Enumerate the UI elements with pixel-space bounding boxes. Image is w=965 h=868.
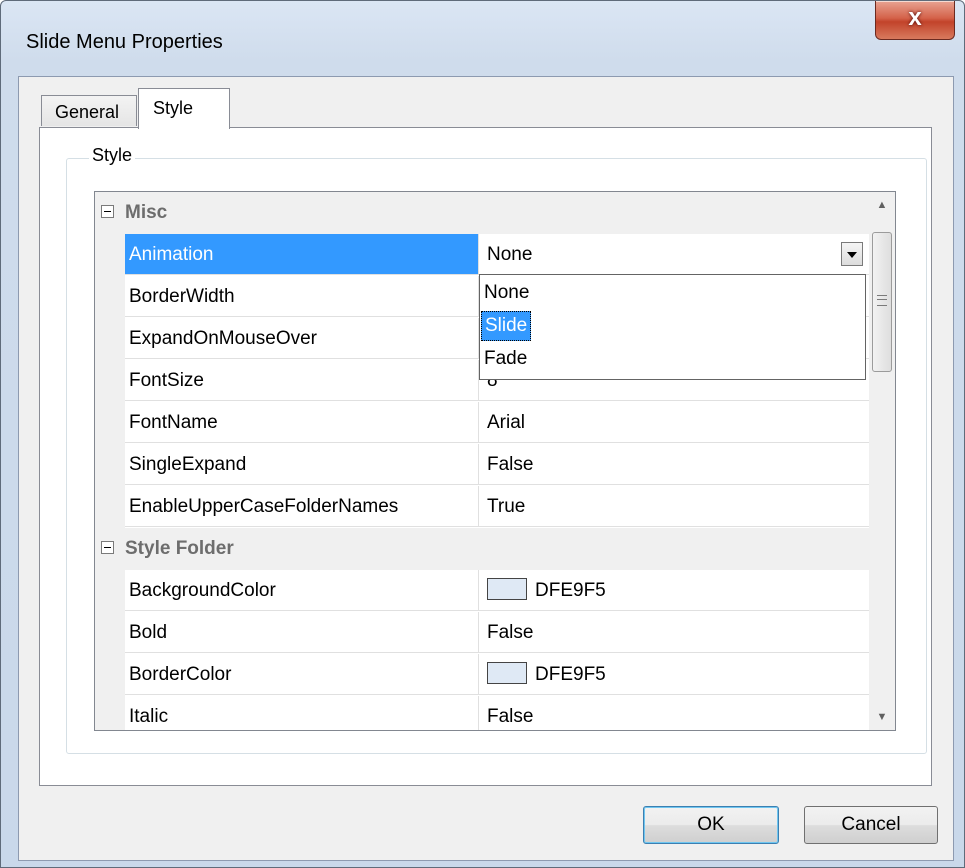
row-gutter xyxy=(95,318,125,360)
row-gutter xyxy=(95,654,125,696)
row-gutter xyxy=(95,570,125,612)
property-name: SingleExpand xyxy=(125,444,479,485)
close-icon: x xyxy=(908,4,922,31)
property-value-dropdown[interactable]: None xyxy=(479,234,869,275)
property-name: EnableUpperCaseFolderNames xyxy=(125,486,479,527)
window-title: Slide Menu Properties xyxy=(26,31,223,53)
property-value-color[interactable]: DFE9F5 xyxy=(479,654,869,695)
property-value: DFE9F5 xyxy=(535,664,606,685)
property-row-backgroundcolor[interactable]: BackgroundColor DFE9F5 xyxy=(95,570,869,612)
groupbox-label: Style xyxy=(89,145,136,166)
category-misc[interactable]: Misc xyxy=(95,192,869,234)
property-row-enableuppercasefoldernames[interactable]: EnableUpperCaseFolderNames True xyxy=(95,486,869,528)
scroll-down-icon[interactable]: ▼ xyxy=(869,704,895,730)
tab-general-label: General xyxy=(55,102,120,122)
dropdown-option-fade[interactable]: Fade xyxy=(484,345,527,373)
color-swatch xyxy=(487,578,527,601)
style-tab-panel: Style Misc Animation None BorderWidth Ex… xyxy=(39,127,932,786)
dropdown-option-none[interactable]: None xyxy=(484,279,529,307)
collapse-icon[interactable] xyxy=(101,205,114,218)
property-grid: Misc Animation None BorderWidth ExpandOn… xyxy=(94,191,896,731)
cancel-button[interactable]: Cancel xyxy=(804,806,938,844)
scrollbar-thumb[interactable] xyxy=(872,232,892,372)
row-gutter xyxy=(95,402,125,444)
property-value[interactable]: True xyxy=(479,486,869,527)
property-name: BorderWidth xyxy=(125,276,479,317)
property-row-animation[interactable]: Animation None xyxy=(95,234,869,276)
row-gutter xyxy=(95,276,125,318)
style-groupbox: Style Misc Animation None BorderWidth Ex… xyxy=(66,145,927,754)
color-swatch xyxy=(487,662,527,685)
property-row-singleexpand[interactable]: SingleExpand False xyxy=(95,444,869,486)
property-name: Animation xyxy=(125,234,479,275)
scroll-up-icon[interactable]: ▲ xyxy=(869,192,895,218)
property-value: None xyxy=(487,244,533,265)
row-gutter xyxy=(95,486,125,528)
row-gutter xyxy=(95,444,125,486)
property-row-italic[interactable]: Italic False xyxy=(95,696,869,730)
property-value: DFE9F5 xyxy=(535,580,606,601)
title-bar[interactable]: Slide Menu Properties x xyxy=(1,1,964,81)
row-gutter xyxy=(95,696,125,730)
dropdown-arrow-icon[interactable] xyxy=(841,242,863,266)
ok-button[interactable]: OK xyxy=(643,806,779,844)
property-name: Bold xyxy=(125,612,479,653)
property-row-bordercolor[interactable]: BorderColor DFE9F5 xyxy=(95,654,869,696)
collapse-icon[interactable] xyxy=(101,541,114,554)
property-value-color[interactable]: DFE9F5 xyxy=(479,570,869,611)
row-gutter xyxy=(95,612,125,654)
row-gutter xyxy=(95,234,125,276)
row-gutter xyxy=(95,360,125,402)
category-label: Style Folder xyxy=(125,538,234,559)
property-name: BackgroundColor xyxy=(125,570,479,611)
property-name: ExpandOnMouseOver xyxy=(125,318,479,359)
property-row-bold[interactable]: Bold False xyxy=(95,612,869,654)
tab-style-label: Style xyxy=(153,98,194,118)
property-value[interactable]: False xyxy=(479,612,869,653)
grip-icon xyxy=(877,295,887,306)
property-name: FontSize xyxy=(125,360,479,401)
property-value[interactable]: Arial xyxy=(479,402,869,443)
dropdown-option-slide[interactable]: Slide xyxy=(481,311,532,341)
property-name: FontName xyxy=(125,402,479,443)
animation-dropdown-list: None Slide Fade xyxy=(479,274,866,380)
dialog-window: Slide Menu Properties x General Style St… xyxy=(0,0,965,868)
property-name: Italic xyxy=(125,696,479,730)
category-style-folder[interactable]: Style Folder xyxy=(95,528,869,570)
tab-general[interactable]: General xyxy=(41,95,137,126)
vertical-scrollbar[interactable]: ▲ ▼ xyxy=(869,192,895,730)
property-value[interactable]: False xyxy=(479,696,869,730)
close-button[interactable]: x xyxy=(875,1,955,40)
tab-style[interactable]: Style xyxy=(138,88,230,129)
dialog-client-area: General Style Style Misc Animation None … xyxy=(18,76,954,861)
property-value[interactable]: False xyxy=(479,444,869,485)
property-row-fontname[interactable]: FontName Arial xyxy=(95,402,869,444)
property-name: BorderColor xyxy=(125,654,479,695)
category-label: Misc xyxy=(125,202,168,223)
